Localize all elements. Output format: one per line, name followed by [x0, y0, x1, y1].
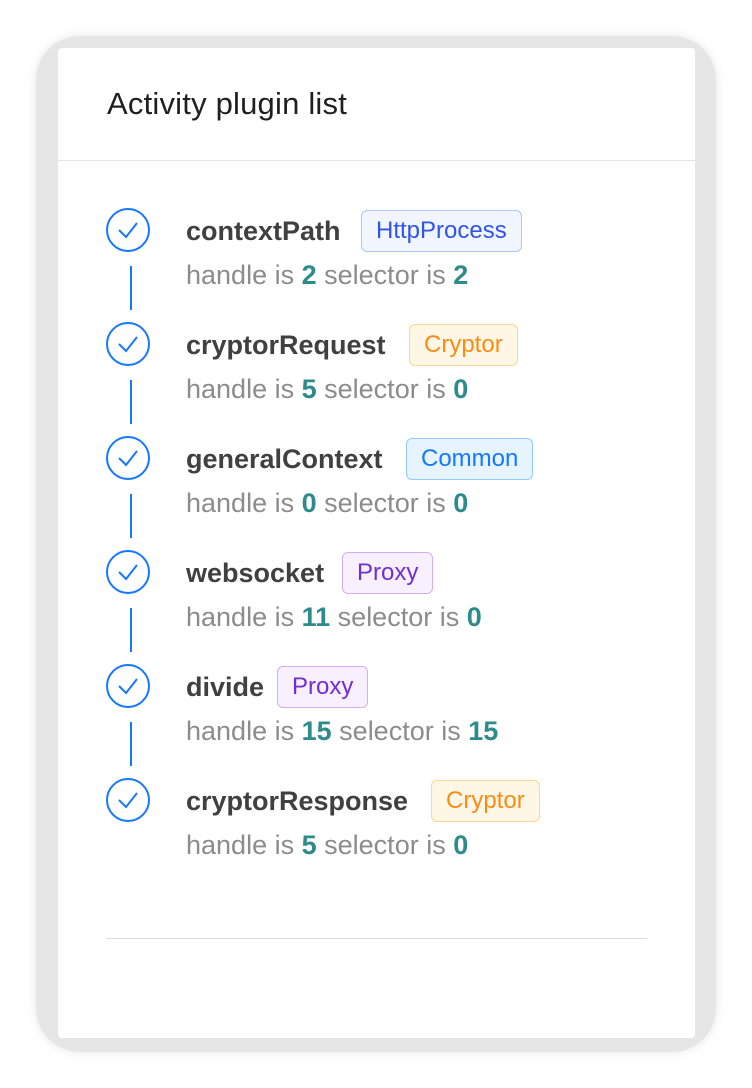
- timeline-item: websocket Proxy handle is 11 selector is…: [58, 502, 695, 652]
- plugin-tag: Cryptor: [409, 324, 518, 366]
- plugin-name: cryptorRequest: [186, 330, 386, 360]
- plugin-tag: Proxy: [342, 552, 434, 594]
- selector-label: selector is: [324, 830, 446, 860]
- plugin-name: generalContext: [186, 444, 383, 474]
- bottom-divider: [106, 938, 647, 939]
- timeline-item: cryptorRequest Cryptor handle is 5 selec…: [58, 274, 695, 424]
- timeline-item: cryptorResponse Cryptor handle is 5 sele…: [58, 730, 695, 860]
- check-circle-icon: [106, 208, 150, 252]
- plugin-tag: Common: [406, 438, 534, 480]
- card-title: Activity plugin list: [107, 86, 348, 121]
- timeline-item: divide Proxy handle is 15 selector is 15: [58, 616, 695, 766]
- handle-value: 5: [301, 830, 317, 860]
- plugin-name: contextPath: [186, 216, 341, 246]
- timeline-item: contextPath HttpProcess handle is 2 sele…: [58, 160, 695, 310]
- plugin-list-card: Activity plugin list contextPath HttpPro…: [58, 48, 695, 1038]
- check-circle-icon: [106, 664, 150, 708]
- plugin-name: cryptorResponse: [186, 786, 409, 816]
- check-circle-icon: [106, 778, 150, 822]
- plugin-stats: handle is 5 selector is 0: [186, 830, 468, 861]
- check-circle-icon: [106, 436, 150, 480]
- card-header: Activity plugin list: [58, 48, 695, 161]
- check-circle-icon: [106, 322, 150, 366]
- selector-value: 0: [453, 830, 469, 860]
- plugin-tag: Proxy: [277, 666, 369, 708]
- timeline-item: generalContext Common handle is 0 select…: [58, 388, 695, 538]
- handle-label: handle is: [186, 830, 295, 860]
- plugin-name: divide: [186, 672, 265, 702]
- plugin-name: websocket: [186, 558, 325, 588]
- plugin-tag: HttpProcess: [361, 210, 522, 252]
- check-circle-icon: [106, 550, 150, 594]
- plugin-tag: Cryptor: [431, 780, 540, 822]
